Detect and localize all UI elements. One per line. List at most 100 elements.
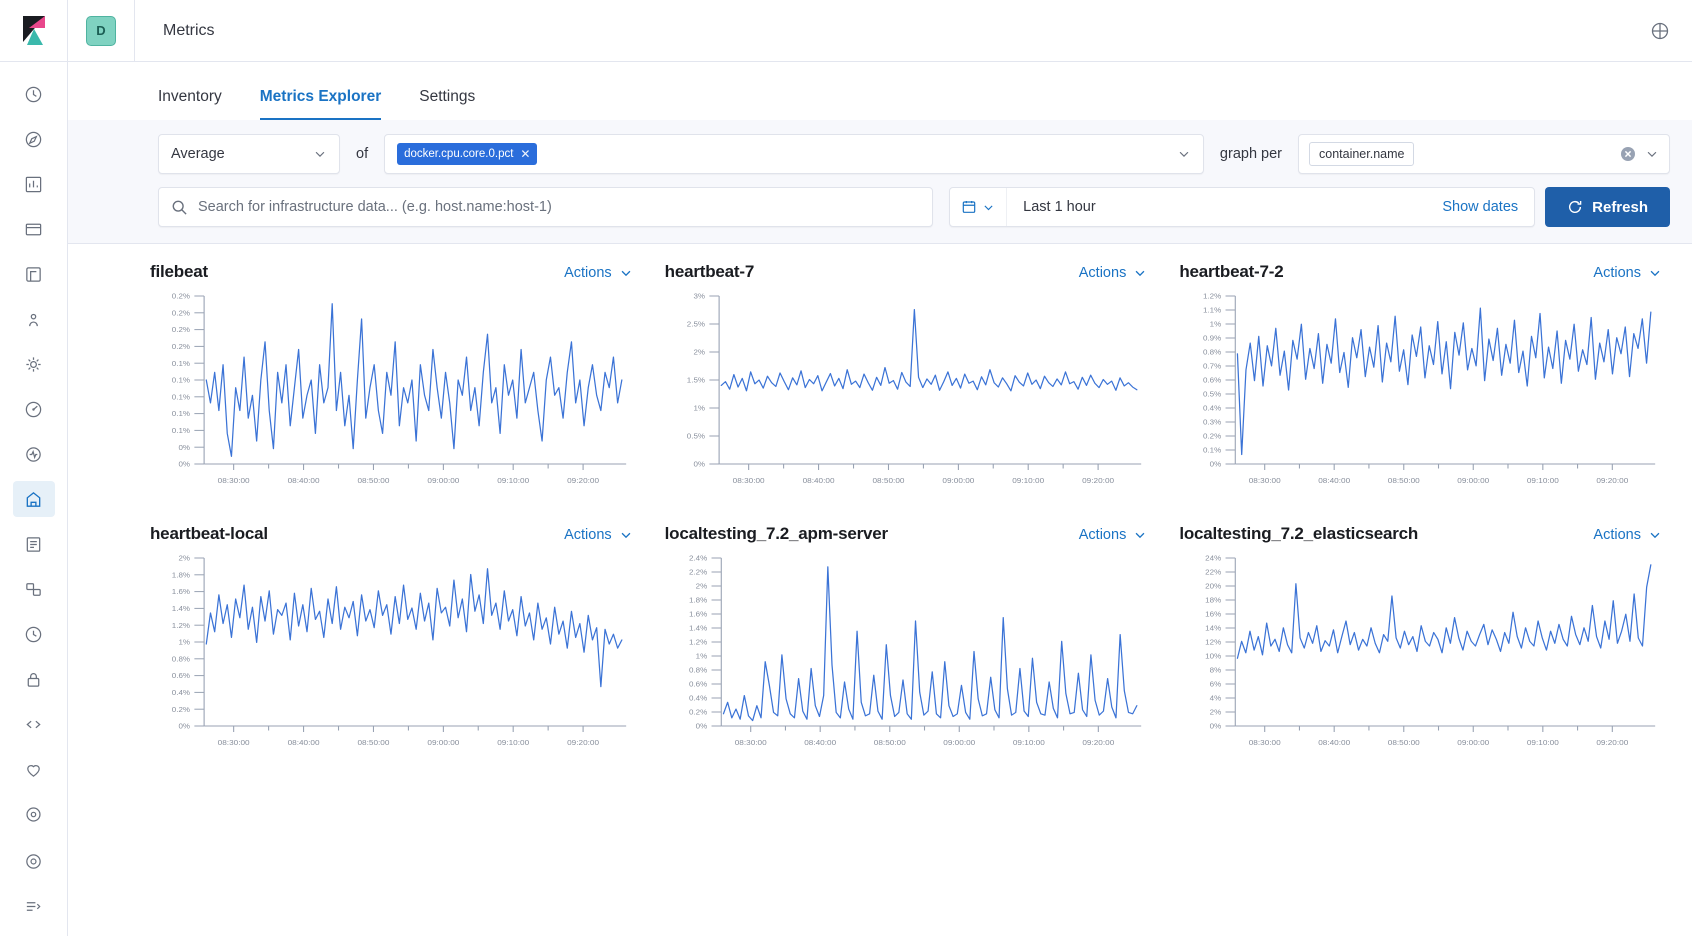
svg-text:09:00:00: 09:00:00 <box>943 738 976 747</box>
chart-actions-button[interactable]: Actions <box>1593 527 1662 543</box>
refresh-button[interactable]: Refresh <box>1545 187 1670 227</box>
sidebar-item-dev-tools[interactable] <box>13 616 55 652</box>
metric-combobox[interactable]: docker.cpu.core.0.pct ✕ <box>384 134 1204 174</box>
svg-text:0.7%: 0.7% <box>1203 362 1221 371</box>
chart-actions-label: Actions <box>564 527 612 543</box>
sidebar-item-machine-learning[interactable] <box>13 301 55 337</box>
series-line <box>205 303 623 457</box>
chart-card: filebeat Actions 0.2% 0.2% 0.2% 0.2% 0.1% 0.1% 0… <box>150 262 633 500</box>
chart-title: filebeat <box>150 262 208 281</box>
svg-text:0.2%: 0.2% <box>172 325 190 334</box>
quick-select-button[interactable] <box>950 188 1008 226</box>
chart-svg: 24% 22% 20% 18% 16% 14% 12% 10% 8% 6% 4% 2% 0% 08:30:… <box>1206 554 1656 747</box>
collapse-nav-icon <box>26 901 41 911</box>
svg-text:0%: 0% <box>1210 722 1222 731</box>
chart-header: heartbeat-local Actions <box>150 524 633 544</box>
chart-plot[interactable]: 24% 22% 20% 18% 16% 14% 12% 10% 8% 6% 4% 2% 0% 08:30:… <box>1179 550 1662 762</box>
sidebar-item-logs[interactable] <box>13 526 55 562</box>
group-by-combobox[interactable]: container.name <box>1298 134 1670 174</box>
search-input[interactable]: Search for infrastructure data... (e.g. … <box>198 199 552 215</box>
security-icon <box>27 672 40 687</box>
show-dates-button[interactable]: Show dates <box>1442 199 1534 215</box>
collapse-nav-button[interactable] <box>13 888 55 924</box>
header-help-button[interactable] <box>1650 21 1692 41</box>
date-range-value[interactable]: Last 1 hour <box>1007 199 1096 215</box>
section-tabs: Inventory Metrics Explorer Settings <box>68 62 1692 120</box>
sidebar-item-discover[interactable] <box>13 121 55 157</box>
sidebar-item-apm[interactable] <box>13 391 55 427</box>
svg-text:1.5%: 1.5% <box>686 376 704 385</box>
primary-nav-rail <box>0 0 68 936</box>
search-bar[interactable]: Search for infrastructure data... (e.g. … <box>158 187 934 227</box>
tab-settings[interactable]: Settings <box>419 88 475 120</box>
svg-text:1%: 1% <box>693 404 705 413</box>
svg-text:08:50:00: 08:50:00 <box>872 476 905 485</box>
chart-card: heartbeat-7 Actions 3% 2.5% 2% 1.5% 1% 0.5% 0% 08… <box>665 262 1148 500</box>
sidebar-item-metrics[interactable] <box>12 481 55 517</box>
svg-text:08:40:00: 08:40:00 <box>288 476 321 485</box>
chart-actions-button[interactable]: Actions <box>564 527 633 543</box>
svg-text:0.1%: 0.1% <box>172 393 190 402</box>
svg-text:0.5%: 0.5% <box>686 432 704 441</box>
sidebar-item-siem[interactable] <box>13 571 55 607</box>
controls-panel: Average of docker.cpu.core.0.pct ✕ graph <box>68 120 1692 244</box>
sidebar-item-canvas[interactable] <box>13 211 55 247</box>
refresh-label: Refresh <box>1592 198 1648 216</box>
chevron-down-icon[interactable] <box>1645 147 1659 161</box>
chart-header: heartbeat-7-2 Actions <box>1179 262 1662 282</box>
svg-text:0.2%: 0.2% <box>689 708 707 717</box>
series-line <box>722 566 1138 722</box>
metric-config-row: Average of docker.cpu.core.0.pct ✕ graph <box>158 134 1670 174</box>
chart-plot[interactable]: 1.2% 1.1% 1% 0.9% 0.8% 0.7% 0.6% 0.5% 0.4% 0.3% 0.… <box>1179 288 1662 500</box>
chart-plot[interactable]: 2% 1.8% 1.6% 1.4% 1.2% 1% 0.8% 0.6% 0.4% 0.2% 0% 08… <box>150 550 633 762</box>
svg-text:0%: 0% <box>695 722 707 731</box>
chevron-down-icon <box>984 204 993 210</box>
chart-actions-button[interactable]: Actions <box>564 265 633 281</box>
chevron-down-icon[interactable] <box>1167 147 1191 161</box>
svg-text:0.6%: 0.6% <box>1203 376 1221 385</box>
metrics-explorer-page: D Metrics Inventory Metrics Explorer Set… <box>0 0 1692 936</box>
sidebar-item-management[interactable] <box>13 796 55 832</box>
refresh-icon <box>1569 200 1582 213</box>
svg-text:09:20:00: 09:20:00 <box>567 476 600 485</box>
svg-text:08:40:00: 08:40:00 <box>288 738 321 747</box>
chart-plot[interactable]: 2.4% 2.2% 2% 1.8% 1.6% 1.4% 1.2% 1% 0.8% 0.6% 0.4%… <box>665 550 1148 762</box>
graph-per-label: graph per <box>1219 146 1282 162</box>
date-picker: Last 1 hour Show dates <box>949 187 1536 227</box>
sidebar-item-monitoring[interactable] <box>13 751 55 787</box>
chart-header: filebeat Actions <box>150 262 633 282</box>
sidebar-item-dashboard[interactable] <box>13 166 55 202</box>
svg-text:08:30:00: 08:30:00 <box>734 738 767 747</box>
svg-text:0.2%: 0.2% <box>1203 432 1221 441</box>
metric-pill[interactable]: docker.cpu.core.0.pct ✕ <box>397 143 538 165</box>
aggregation-select[interactable]: Average <box>158 134 340 174</box>
sidebar-item-infrastructure[interactable] <box>13 346 55 382</box>
svg-text:0%: 0% <box>178 460 190 469</box>
chart-actions-button[interactable]: Actions <box>1079 527 1148 543</box>
sidebar-item-security[interactable] <box>13 661 55 697</box>
sidebar-item-uptime[interactable] <box>13 436 55 472</box>
chart-plot[interactable]: 3% 2.5% 2% 1.5% 1% 0.5% 0% 08:30:00 08:40:00 08:5… <box>665 288 1148 500</box>
svg-text:1.6%: 1.6% <box>689 610 707 619</box>
tab-inventory[interactable]: Inventory <box>158 88 222 120</box>
kibana-logo[interactable] <box>0 0 68 62</box>
chart-actions-button[interactable]: Actions <box>1593 265 1662 281</box>
sidebar-item-recently-viewed[interactable] <box>13 76 55 112</box>
svg-text:2.2%: 2.2% <box>689 568 707 577</box>
chart-actions-button[interactable]: Actions <box>1079 265 1148 281</box>
svg-text:0%: 0% <box>178 443 190 452</box>
header-divider <box>134 0 135 62</box>
clear-circle-icon[interactable] <box>1620 146 1636 162</box>
cross-icon[interactable]: ✕ <box>520 147 530 161</box>
sidebar-item-observability[interactable] <box>13 843 55 879</box>
sidebar-item-code[interactable] <box>13 706 55 742</box>
tab-metrics-explorer[interactable]: Metrics Explorer <box>259 88 382 120</box>
chart-svg: 2.4% 2.2% 2% 1.8% 1.6% 1.4% 1.2% 1% 0.8% 0.6% 0.4%… <box>689 554 1141 747</box>
monitoring-icon <box>27 764 40 777</box>
svg-text:2%: 2% <box>178 554 190 563</box>
sidebar-item-maps[interactable] <box>13 256 55 292</box>
group-by-pill[interactable]: container.name <box>1309 142 1415 166</box>
chart-plot[interactable]: 0.2% 0.2% 0.2% 0.2% 0.1% 0.1% 0.1% 0.1% 0.1% 0% 0%… <box>150 288 633 500</box>
svg-text:1%: 1% <box>178 638 190 647</box>
svg-text:1.6%: 1.6% <box>172 587 190 596</box>
